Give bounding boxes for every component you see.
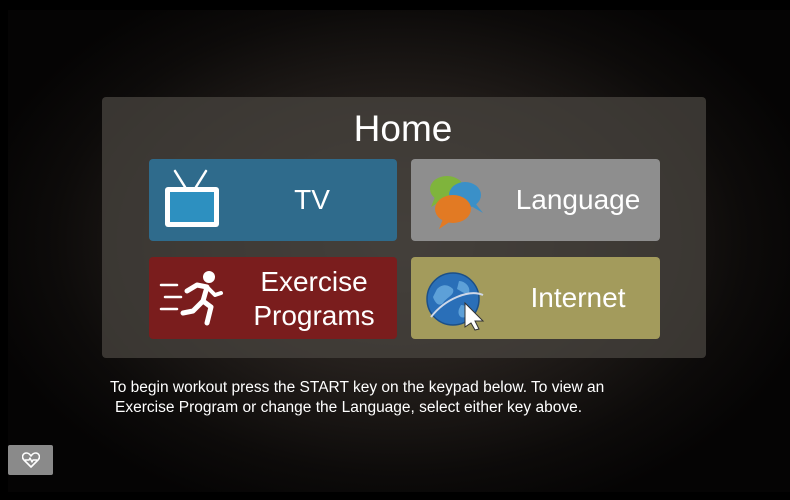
tv-label: TV — [294, 184, 330, 215]
instructions-line1: To begin workout press the START key on … — [110, 379, 605, 396]
language-button[interactable]: Language — [411, 159, 660, 241]
tv-icon — [165, 169, 219, 227]
language-label: Language — [515, 184, 641, 215]
instructions-text: To begin workout press the START key on … — [110, 378, 710, 418]
speech-bubbles-icon — [430, 176, 483, 229]
internet-button[interactable]: Internet — [411, 257, 660, 339]
exercise-programs-label-line2: Programs — [253, 300, 375, 331]
globe-cursor-icon — [426, 272, 485, 331]
exercise-programs-label-line1: Exercise — [260, 266, 368, 297]
heart-rate-icon — [22, 452, 40, 468]
page-title: Home — [353, 108, 453, 149]
internet-label: Internet — [530, 282, 626, 313]
running-person-icon — [159, 271, 223, 326]
exercise-programs-button[interactable]: Exercise Programs — [149, 257, 397, 339]
tv-button[interactable]: TV — [149, 159, 397, 241]
instructions-line2: Exercise Program or change the Language,… — [115, 399, 582, 416]
heart-rate-button[interactable] — [8, 445, 53, 475]
